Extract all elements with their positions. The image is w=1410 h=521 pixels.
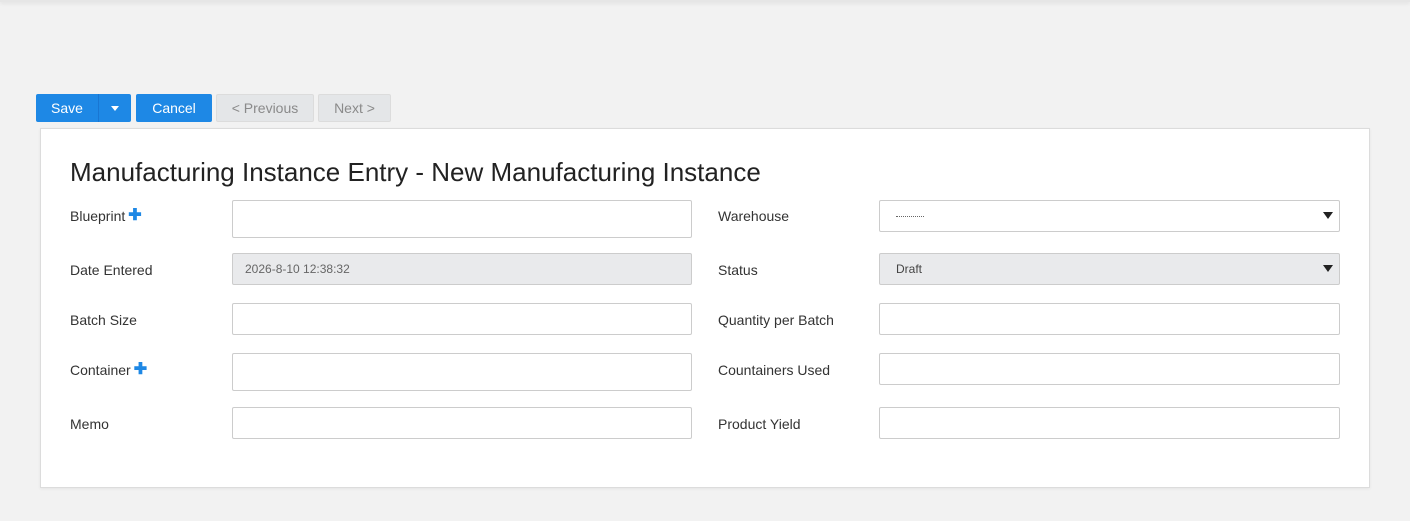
warehouse-select[interactable] [879,200,1340,232]
memo-label: Memo [70,416,109,432]
blueprint-label-text: Blueprint [70,208,126,224]
product-yield-label: Product Yield [718,416,801,432]
status-selected-value: Draft [896,262,923,276]
form-card: Manufacturing Instance Entry - New Manuf… [40,128,1370,488]
container-label: Container ✚ [70,362,147,379]
chevron-down-icon [1323,212,1333,219]
date-entered-field [232,253,692,285]
blueprint-label: Blueprint ✚ [70,208,142,225]
batch-size-input[interactable] [232,303,692,335]
save-button[interactable]: Save [36,94,98,122]
product-yield-input[interactable] [879,407,1340,439]
warehouse-label: Warehouse [718,208,790,224]
quantity-per-batch-input[interactable] [879,303,1340,335]
status-label: Status [718,262,758,278]
chevron-down-icon [1323,265,1333,272]
status-select[interactable]: Draft [879,253,1340,285]
batch-size-label: Batch Size [70,312,137,328]
plus-icon[interactable]: ✚ [134,362,147,378]
page-title: Manufacturing Instance Entry - New Manuf… [70,157,761,187]
containers-used-input[interactable] [879,353,1340,385]
warehouse-selected-value [896,215,924,217]
cancel-button[interactable]: Cancel [136,94,212,122]
next-button[interactable]: Next > [318,94,391,122]
caret-down-icon [111,105,119,111]
containers-used-label: Countainers Used [718,362,831,378]
previous-button[interactable]: < Previous [216,94,314,122]
memo-input[interactable] [232,407,692,439]
container-input[interactable] [232,353,692,391]
date-entered-label: Date Entered [70,262,153,278]
plus-icon[interactable]: ✚ [128,208,141,224]
top-bar-shadow [0,0,1410,2]
quantity-per-batch-label: Quantity per Batch [718,312,834,328]
blueprint-input[interactable] [232,200,692,238]
save-options-dropdown-button[interactable] [98,94,131,122]
container-label-text: Container [70,362,131,378]
